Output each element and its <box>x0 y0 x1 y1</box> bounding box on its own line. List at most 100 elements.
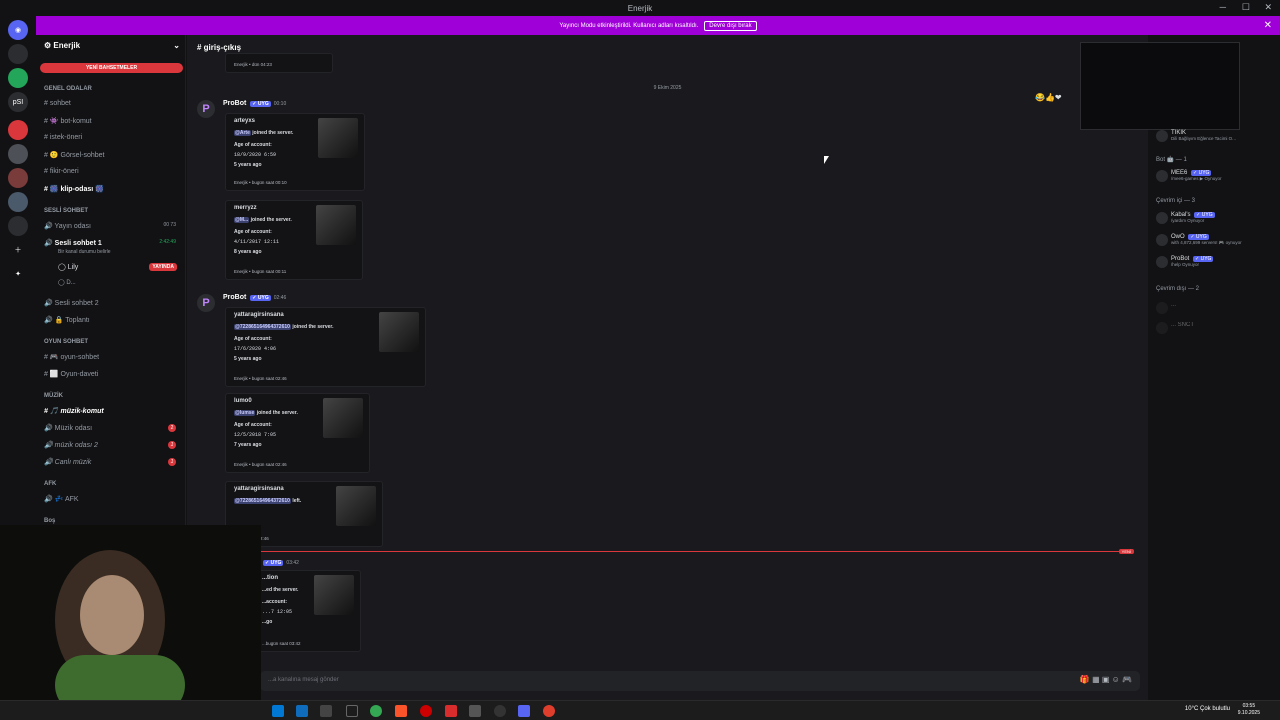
window-titlebar: Enerjik ─ ☐ ✕ <box>0 0 1280 16</box>
section-bot: Bot 🤖 — 1 <box>1156 157 1187 163</box>
voice-sesli-sohbet-1[interactable]: 🔊 Sesli sohbet 1 2:42:49 <box>44 239 180 247</box>
message-author[interactable]: ProBot ✓ UYG 00:10 <box>223 100 286 107</box>
input-actions-icons[interactable]: 🎁 ▦ ▣ ☺ 🎮 <box>1080 675 1132 684</box>
server-icon[interactable] <box>8 44 28 64</box>
disable-streamer-mode-button[interactable]: Devre dışı bırak <box>704 20 757 31</box>
category-genel[interactable]: GENEL ODALAR <box>44 86 92 92</box>
window-title: Enerjik <box>627 3 653 13</box>
member-list: TIKIK Dili Bağlıyım Eğlence Tacimi O... B… <box>1148 130 1280 704</box>
add-server-icon[interactable]: ＋ <box>8 240 28 260</box>
taskbar-app-icon[interactable] <box>320 705 332 717</box>
voice-yayin-odasi[interactable]: 🔊 Yayın odası 00 73 <box>44 222 180 230</box>
message-author[interactable]: ✓ UYG 03:42 <box>261 559 299 566</box>
chat-area: # giriş-çıkış ⌕ Enerjik • dün 04:23 9 Ek… <box>187 35 1148 704</box>
user-thumbnail <box>318 118 358 158</box>
server-icon[interactable] <box>8 168 28 188</box>
discover-icon[interactable]: ✦ <box>8 264 28 284</box>
member-item[interactable]: TIKIK Dili Bağlıyım Eğlence Tacimi O... <box>1156 130 1280 142</box>
join-embed: yattaragirsinsana @722865164964372610 jo… <box>225 307 426 387</box>
maximize-icon[interactable]: ☐ <box>1242 2 1250 13</box>
screen-share-preview[interactable] <box>1080 42 1240 130</box>
taskbar-app-icon[interactable] <box>272 705 284 717</box>
chrome-icon[interactable] <box>370 705 382 717</box>
join-embed: arteyxs @Arte joined the server. Age of … <box>225 113 365 191</box>
message-author[interactable]: ProBot ✓ UYG 02:46 <box>223 294 286 301</box>
probot-avatar[interactable]: P <box>197 294 215 312</box>
category-sesli[interactable]: SESLİ SOHBET <box>44 208 88 214</box>
channel-oyun-sohbet[interactable]: # 🎮 oyun-sohbet <box>44 353 180 361</box>
user-thumbnail <box>336 486 376 526</box>
close-banner-icon[interactable]: ✕ <box>1264 20 1272 31</box>
streamer-mode-banner: Yayıncı Modu etkinleştirildi. Kullanıcı … <box>36 16 1280 35</box>
voice-canli-muzik[interactable]: 🔊 Canlı müzik 1 <box>44 458 180 466</box>
server-icon[interactable]: pSI <box>8 92 28 112</box>
member-offline[interactable]: ... SNCT <box>1156 322 1280 334</box>
reaction-toolbar[interactable]: 😂👍❤ <box>1035 93 1062 102</box>
user-thumbnail <box>316 205 356 245</box>
brave-icon[interactable] <box>395 705 407 717</box>
windows-taskbar: 10°C Çok bulutlu 03:55 9.10.2025 <box>0 700 1280 720</box>
category-oyun[interactable]: OYUN SOHBET <box>44 339 88 345</box>
webcam-overlay <box>0 525 261 704</box>
webcam-figure <box>55 550 185 704</box>
channel-muzik-komut[interactable]: # 🎵 müzik-komut <box>44 407 180 415</box>
channel-sohbet[interactable]: # sohbet <box>44 100 180 107</box>
channel-status[interactable]: Bir kanal durumu belirle <box>58 249 194 255</box>
join-embed: ...tion ...ed the server. ...account: ..… <box>257 570 361 652</box>
category-muzik[interactable]: MÜZİK <box>44 393 63 399</box>
taskbar-app-icon[interactable] <box>445 705 457 717</box>
banner-text: Yayıncı Modu etkinleştirildi. Kullanıcı … <box>559 22 699 29</box>
section-offline: Çevrim dışı — 2 <box>1156 286 1200 292</box>
minimize-icon[interactable]: ─ <box>1220 2 1226 12</box>
channel-fikir-oneri[interactable]: # fikir-öneri <box>44 168 180 175</box>
voice-afk[interactable]: 🔊 💤 AFK <box>44 495 180 503</box>
discord-taskbar-icon[interactable] <box>518 705 530 717</box>
channel-header: # giriş-çıkış <box>197 43 242 52</box>
channel-bot-komut[interactable]: # 👾 bot-komut <box>44 117 180 125</box>
user-thumbnail <box>323 398 363 438</box>
member-owo[interactable]: OwO ✓ UYG with 4,872,699 servers! 🎮 oynuy… <box>1156 234 1280 246</box>
category-afk[interactable]: AFK <box>44 481 56 487</box>
channel-gorsel-sohbet[interactable]: # 🙂 Görsel-sohbet <box>44 151 180 159</box>
server-icon[interactable] <box>8 120 28 140</box>
section-online: Çevrim içi — 3 <box>1156 198 1196 204</box>
close-icon[interactable]: ✕ <box>1264 2 1272 13</box>
member-probot[interactable]: ProBot ✓ UYG/help Oynuyor <box>1156 256 1280 268</box>
taskbar-app-icon[interactable] <box>469 705 481 717</box>
weather-widget[interactable]: 10°C Çok bulutlu <box>1185 706 1230 712</box>
voice-toplanti[interactable]: 🔊 🔒 Toplantı <box>44 316 180 324</box>
clock[interactable]: 03:55 9.10.2025 <box>1238 703 1260 717</box>
member-mee6[interactable]: MEE6 ✓ UYG/mee6-games ▶ Oynuyor <box>1156 170 1280 182</box>
message-input[interactable]: ...a kanalına mesaj gönder 🎁 ▦ ▣ ☺ 🎮 <box>260 671 1140 691</box>
taskbar-app-icon[interactable] <box>296 705 308 717</box>
join-embed: lumo0 @lumse joined the server. Age of a… <box>225 393 370 473</box>
new-mentions-button[interactable]: YENİ BAHSETMELER <box>40 63 183 73</box>
server-icon[interactable] <box>8 144 28 164</box>
voice-muzik-odasi-2[interactable]: 🔊 müzik odası 21 <box>44 441 180 449</box>
taskbar-app-icon[interactable] <box>494 705 506 717</box>
server-icon[interactable] <box>8 192 28 212</box>
probot-avatar[interactable]: P <box>197 100 215 118</box>
voice-muzik-odasi[interactable]: 🔊 Müzik odası 2 <box>44 424 180 432</box>
new-messages-tag: YENİ <box>1118 549 1134 554</box>
user-thumbnail <box>379 312 419 352</box>
voice-sesli-sohbet-2[interactable]: 🔊 Sesli sohbet 2 <box>44 299 180 307</box>
member-offline[interactable]: ... <box>1156 302 1280 314</box>
opera-icon[interactable] <box>420 705 432 717</box>
server-icon[interactable] <box>8 216 28 236</box>
live-badge: YAYINDA <box>149 263 177 271</box>
mouse-cursor <box>824 156 829 164</box>
join-embed: merryzz @M... joined the server. Age of … <box>225 200 363 280</box>
server-name-header[interactable]: ⚙ Enerjik ⌄ <box>44 41 180 50</box>
channel-istek-oneri[interactable]: # istek-öneri <box>44 134 180 141</box>
channel-oyun-daveti[interactable]: # ⬜ Oyun-daveti <box>44 370 180 378</box>
voice-user[interactable]: ◯ D... <box>58 279 194 286</box>
channel-klip-odasi[interactable]: # 🎆 klip-odası 🎆 <box>44 185 180 193</box>
date-divider: 9 Ekim 2025 <box>653 85 682 91</box>
taskbar-app-icon[interactable] <box>346 705 358 717</box>
server-icon[interactable] <box>8 68 28 88</box>
category-bos[interactable]: Boş <box>44 518 55 524</box>
discord-home-icon[interactable]: ◉ <box>8 20 28 40</box>
member-kabals[interactable]: Kabal's ✓ UYG/yardım Oynuyor <box>1156 212 1280 224</box>
taskbar-app-icon[interactable] <box>543 705 555 717</box>
